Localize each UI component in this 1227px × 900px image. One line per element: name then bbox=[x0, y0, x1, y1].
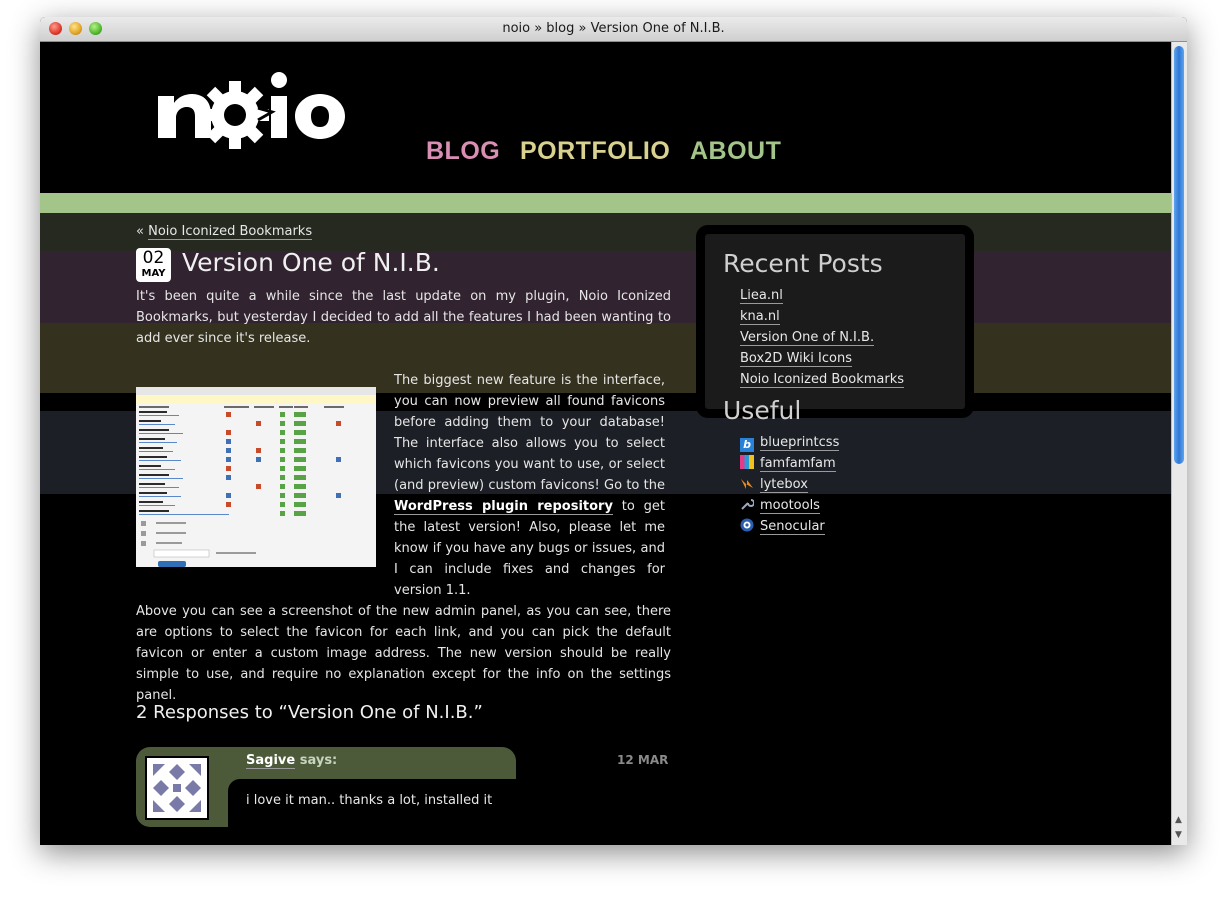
recent-post-link[interactable]: Box2D Wiki Icons bbox=[740, 351, 852, 367]
scroll-down-arrow-icon[interactable]: ▼ bbox=[1175, 830, 1182, 840]
previous-post-nav: « Noio Iconized Bookmarks bbox=[136, 224, 313, 240]
page-content: BLOG PORTFOLIO ABOUT « Noio Iconized Boo… bbox=[40, 42, 1172, 845]
admin-panel-screenshot bbox=[136, 387, 376, 567]
comment-author-link[interactable]: Sagive bbox=[246, 753, 296, 769]
wrench-icon bbox=[740, 497, 755, 511]
browser-window: noio » blog » Version One of N.I.B. BLOG… bbox=[40, 17, 1187, 845]
useful-item: b blueprintcss bbox=[740, 432, 840, 453]
list-item: Liea.nl bbox=[740, 285, 904, 306]
blueprint-icon: b bbox=[740, 438, 754, 452]
useful-heading: Useful bbox=[723, 396, 802, 425]
feature-paragraph: The biggest new feature is the interface… bbox=[394, 370, 665, 601]
comment-author-line: Sagive says: bbox=[246, 753, 338, 769]
window-title: noio » blog » Version One of N.I.B. bbox=[502, 21, 725, 36]
useful-item: lytebox bbox=[740, 474, 808, 495]
post-date-badge: 02 MAY bbox=[136, 248, 171, 282]
useful-link[interactable]: Senocular bbox=[760, 519, 825, 535]
nav-portfolio[interactable]: PORTFOLIO bbox=[520, 137, 670, 166]
comment-date: 12 MAR bbox=[617, 753, 669, 767]
recent-post-link[interactable]: Liea.nl bbox=[740, 288, 783, 304]
list-item: Box2D Wiki Icons bbox=[740, 348, 904, 369]
useful-link[interactable]: famfamfam bbox=[760, 456, 836, 472]
recent-posts-heading: Recent Posts bbox=[723, 249, 883, 278]
comment-says: says: bbox=[299, 753, 338, 768]
nav-blog[interactable]: BLOG bbox=[426, 137, 500, 166]
scrollbar-thumb[interactable] bbox=[1174, 46, 1184, 464]
useful-item: Senocular bbox=[740, 516, 825, 537]
comment-box: Sagive says: i love it man.. thanks a lo… bbox=[136, 747, 516, 829]
responses-heading: 2 Responses to “Version One of N.I.B.” bbox=[136, 702, 483, 723]
list-item: Version One of N.I.B. bbox=[740, 327, 904, 348]
scroll-up-arrow-icon[interactable]: ▲ bbox=[1175, 815, 1182, 825]
list-item: Noio Iconized Bookmarks bbox=[740, 369, 904, 390]
recent-post-link[interactable]: Version One of N.I.B. bbox=[740, 330, 875, 346]
post-title: Version One of N.I.B. bbox=[182, 248, 440, 277]
prev-arrow: « bbox=[136, 224, 144, 239]
comment-text: i love it man.. thanks a lot, installed … bbox=[246, 793, 493, 808]
feature-text-1: The biggest new feature is the interface… bbox=[394, 373, 665, 493]
post-date-day: 02 bbox=[142, 248, 165, 268]
wordpress-plugin-link[interactable]: WordPress plugin repository bbox=[394, 499, 613, 515]
noio-logo[interactable] bbox=[154, 68, 354, 168]
useful-link[interactable]: mootools bbox=[760, 498, 820, 514]
previous-post-link[interactable]: Noio Iconized Bookmarks bbox=[148, 224, 313, 240]
title-bar: noio » blog » Version One of N.I.B. bbox=[40, 17, 1187, 42]
famfamfam-icon bbox=[740, 455, 754, 469]
useful-link[interactable]: lytebox bbox=[760, 477, 808, 493]
recent-post-link[interactable]: Noio Iconized Bookmarks bbox=[740, 372, 904, 388]
recent-posts-list: Liea.nl kna.nl Version One of N.I.B. Box… bbox=[740, 285, 904, 390]
useful-item: famfamfam bbox=[740, 453, 836, 474]
senocular-icon bbox=[740, 518, 754, 532]
commenter-avatar bbox=[145, 756, 209, 820]
green-stripe bbox=[40, 193, 1172, 213]
lytebox-icon bbox=[740, 476, 754, 490]
nav-about[interactable]: ABOUT bbox=[690, 137, 781, 166]
vertical-scrollbar[interactable]: ▲ ▼ bbox=[1171, 42, 1187, 845]
useful-link[interactable]: blueprintcss bbox=[760, 435, 840, 451]
list-item: kna.nl bbox=[740, 306, 904, 327]
recent-post-link[interactable]: kna.nl bbox=[740, 309, 780, 325]
useful-item: mootools bbox=[740, 495, 820, 516]
post-date-month: MAY bbox=[141, 268, 166, 279]
post-intro: It's been quite a while since the last u… bbox=[136, 289, 671, 346]
admin-paragraph: Above you can see a screenshot of the ne… bbox=[136, 604, 671, 703]
